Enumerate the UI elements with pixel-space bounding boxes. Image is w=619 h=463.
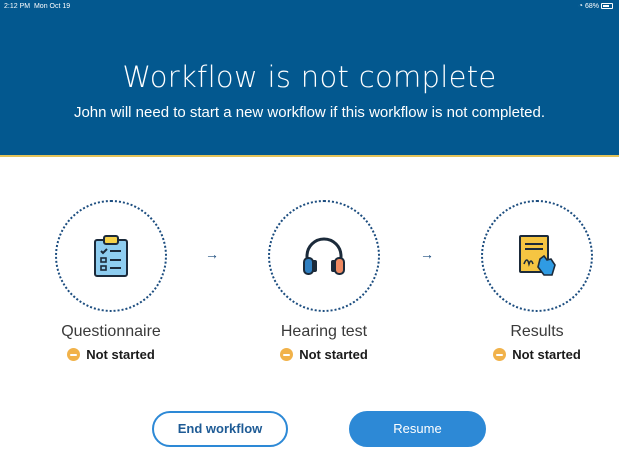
headphones-icon <box>303 237 345 275</box>
status-time-date: 2:12 PM Mon Oct 19 <box>4 3 70 10</box>
step-circle <box>481 200 593 312</box>
step-status-text: Not started <box>299 347 368 362</box>
not-started-icon <box>280 348 294 361</box>
battery-icon <box>601 3 613 9</box>
step-status: Not started <box>244 347 404 362</box>
arrow-icon: → <box>205 246 219 262</box>
status-bar: 2:12 PM Mon Oct 19 ◔ 68% <box>0 0 619 14</box>
step-status-text: Not started <box>512 347 581 362</box>
step-status: Not started <box>457 347 617 362</box>
step-questionnaire: Questionnaire Not started <box>31 200 191 362</box>
signed-document-icon <box>519 235 556 276</box>
status-date: Mon Oct 19 <box>33 3 71 10</box>
battery-percent: 68% <box>584 2 599 10</box>
not-started-icon <box>493 348 507 361</box>
end-workflow-button[interactable]: End workflow <box>152 411 288 447</box>
header-banner: 2:12 PM Mon Oct 19 ◔ 68% Workflow is not… <box>0 0 619 157</box>
wifi-icon: ◔ <box>578 1 583 10</box>
status-time: 2:12 PM <box>4 3 31 10</box>
step-results: Results Not started <box>457 200 617 362</box>
arrow-icon: → <box>420 246 434 262</box>
step-status-text: Not started <box>86 347 155 362</box>
step-status: Not started <box>31 347 191 362</box>
resume-button[interactable]: Resume <box>349 411 486 447</box>
not-started-icon <box>67 348 81 361</box>
step-circle <box>55 200 167 312</box>
page-subtitle: John will need to start a new workflow i… <box>73 104 546 121</box>
clipboard-checklist-icon <box>94 235 128 277</box>
step-label: Hearing test <box>280 323 368 340</box>
page-title: Workflow is not complete <box>122 60 497 94</box>
step-hearing-test: Hearing test Not started <box>244 200 404 362</box>
step-circle <box>268 200 380 312</box>
status-right: ◔ 68% <box>578 2 613 10</box>
step-label: Results <box>510 323 564 340</box>
step-label: Questionnaire <box>61 323 161 340</box>
